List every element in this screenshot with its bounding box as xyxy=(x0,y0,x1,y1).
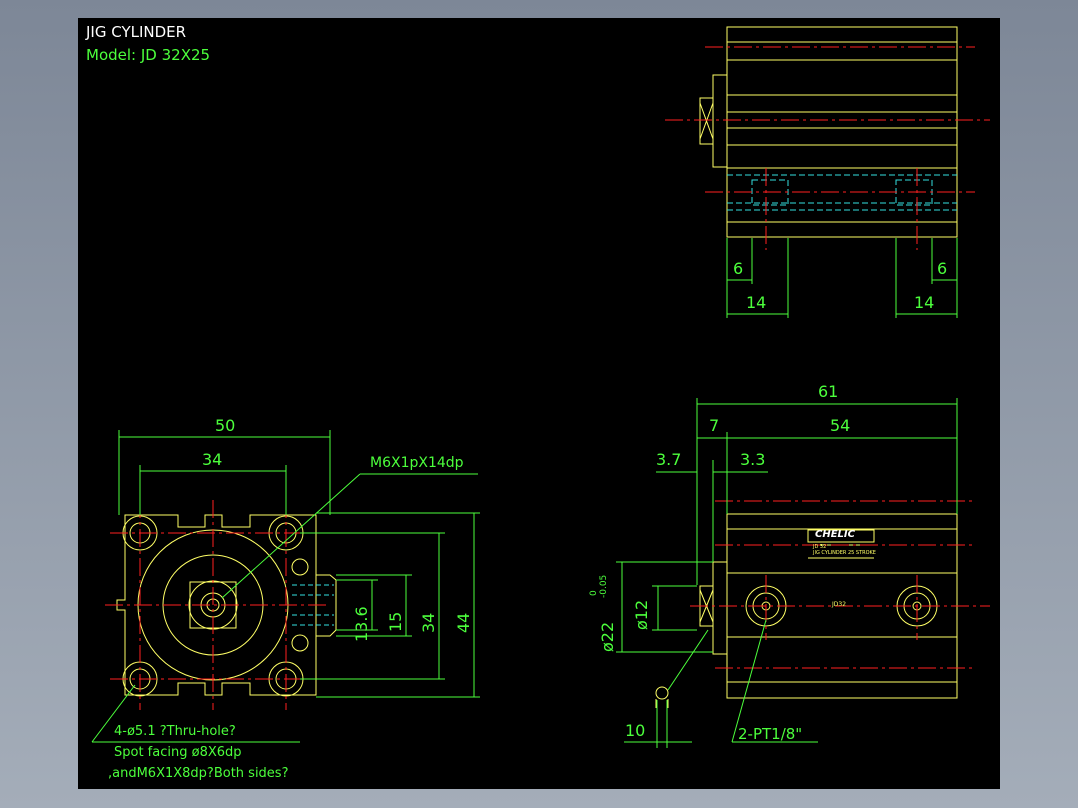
tol-upper: 0 xyxy=(589,590,599,596)
thread-callout: M6X1pX14dp xyxy=(370,455,464,471)
drawing-title: JIG CYLINDER xyxy=(86,23,187,41)
dim-rod-dia: ø12 xyxy=(632,599,651,630)
dim-side-61: 61 xyxy=(818,382,839,401)
nameplate-line2: JIG CYLINDER 25 STROKE xyxy=(813,550,876,556)
dim-side-10: 10 xyxy=(625,721,646,740)
hole-note-line1: 4-ø5.1 ?Thru-hole? xyxy=(114,724,236,739)
port-fitting-detail xyxy=(655,686,669,708)
dim-front-holes-34: 34 xyxy=(202,450,223,469)
dim-top-left-14: 14 xyxy=(746,293,767,312)
port-callout: 2-PT1/8" xyxy=(738,725,803,743)
side-view-centerlines xyxy=(690,500,990,669)
cad-drawing-area[interactable]: JIG CYLINDER Model: JD 32X25 6 6 14 14 5… xyxy=(78,18,1000,789)
brand-label: CHELIC xyxy=(815,529,855,540)
dim-front-width-50: 50 xyxy=(215,416,236,435)
dim-top-right-14: 14 xyxy=(914,293,935,312)
dim-side-3-7: 3.7 xyxy=(656,450,682,469)
dim-side-3-3: 3.3 xyxy=(740,450,766,469)
top-view-centerlines xyxy=(665,46,990,250)
dim-front-13-6: 13.6 xyxy=(352,606,371,642)
model-label: Model: JD 32X25 xyxy=(86,46,211,64)
body-mark: JD32 xyxy=(832,601,847,608)
dim-head-dia: ø22 xyxy=(598,621,617,652)
dim-side-7: 7 xyxy=(709,416,720,435)
cad-drawing xyxy=(91,26,990,748)
dim-front-height-34: 34 xyxy=(419,612,438,633)
dim-top-right-6: 6 xyxy=(937,259,948,278)
hole-note-line3: ,andM6X1X8dp?Both sides? xyxy=(108,766,289,781)
tol-lower: -0.05 xyxy=(599,574,609,598)
hole-note-line2: Spot facing ø8X6dp xyxy=(114,745,242,760)
dim-front-15: 15 xyxy=(386,611,405,632)
dim-front-height-44: 44 xyxy=(454,612,473,633)
dim-top-left-6: 6 xyxy=(733,259,744,278)
dim-side-54: 54 xyxy=(830,416,851,435)
